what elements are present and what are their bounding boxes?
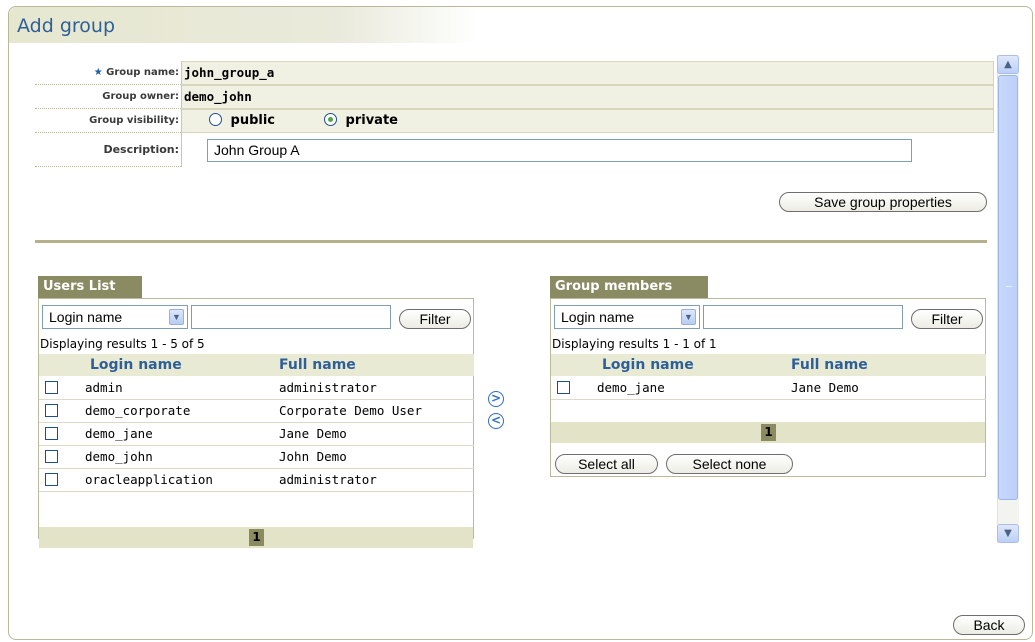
login-cell: demo_john	[81, 445, 275, 469]
group-name-label: ★ Group name:	[35, 61, 181, 85]
full-name-column-header: Full name	[275, 354, 474, 376]
select-column-header	[551, 354, 593, 376]
description-label: Description:	[35, 133, 181, 167]
visibility-private-label: private	[345, 113, 398, 128]
scroll-up-icon[interactable]: ▲	[997, 55, 1019, 74]
fullname-cell: Jane Demo	[275, 422, 474, 446]
section-divider	[35, 240, 987, 243]
members-table: Login name Full name demo_jane Jane Demo	[551, 354, 986, 400]
window-header: Add group	[9, 7, 479, 43]
users-list-tab: Users List	[38, 276, 142, 298]
select-column-header	[39, 354, 81, 376]
table-row[interactable]: demo_jane Jane Demo	[551, 376, 986, 400]
row-checkbox[interactable]	[45, 450, 58, 463]
group-owner-label: Group owner:	[35, 85, 181, 109]
users-list-panel: Login name ▼ Filter Displaying results 1…	[38, 298, 474, 548]
table-row[interactable]: oracleapplication administrator	[39, 468, 474, 492]
description-cell: John Group A	[181, 133, 994, 167]
scrollbar-thumb[interactable]	[998, 75, 1018, 500]
group-visibility-options: public private	[181, 109, 994, 133]
visibility-public-option[interactable]: public	[209, 110, 275, 132]
members-filter-input[interactable]	[703, 305, 903, 329]
table-row[interactable]: demo_corporate Corporate Demo User	[39, 399, 474, 423]
group-name-value: john_group_a	[181, 61, 994, 85]
row-checkbox[interactable]	[45, 380, 58, 394]
members-page-number[interactable]: 1	[761, 424, 776, 441]
login-cell: demo_jane	[81, 422, 275, 446]
row-checkbox[interactable]	[45, 473, 58, 486]
save-group-properties-button[interactable]: Save group properties	[779, 192, 987, 212]
row-checkbox[interactable]	[557, 380, 570, 394]
fullname-cell: administrator	[275, 376, 474, 400]
login-cell: oracleapplication	[81, 468, 275, 492]
visibility-public-label: public	[230, 113, 276, 128]
chevron-down-icon: ▼	[169, 309, 184, 325]
chevron-left-circle-icon[interactable]: <	[488, 413, 504, 429]
row-checkbox[interactable]	[45, 404, 58, 417]
table-row[interactable]: demo_jane Jane Demo	[39, 422, 474, 446]
members-filter-select[interactable]: Login name ▼	[554, 305, 700, 329]
visibility-private-option[interactable]: private	[324, 110, 398, 132]
scroll-down-icon[interactable]: ▼	[997, 524, 1019, 543]
description-input[interactable]: John Group A	[207, 139, 912, 162]
select-none-button[interactable]: Select none	[666, 454, 793, 474]
users-results-text: Displaying results 1 - 5 of 5	[40, 337, 205, 351]
radio-public[interactable]	[209, 113, 222, 126]
fullname-cell: Corporate Demo User	[275, 399, 474, 423]
table-row[interactable]: demo_john John Demo	[39, 445, 474, 469]
group-members-tab: Group members	[550, 276, 708, 298]
login-name-column-header: Login name	[593, 354, 787, 376]
add-group-window: Add group ★ Group name: john_group_a Gro…	[8, 6, 1033, 640]
users-pager: 1	[39, 527, 473, 548]
login-cell: admin	[81, 376, 275, 400]
chevron-right-circle-icon[interactable]: >	[488, 391, 504, 407]
fullname-cell: Jane Demo	[787, 376, 986, 400]
users-table-header: Login name Full name	[39, 354, 474, 376]
login-cell: demo_corporate	[81, 399, 275, 423]
login-name-column-header: Login name	[81, 354, 275, 376]
users-page-number[interactable]: 1	[249, 529, 264, 546]
login-cell: demo_jane	[593, 376, 787, 400]
members-filter-button[interactable]: Filter	[911, 309, 983, 329]
full-name-column-header: Full name	[787, 354, 986, 376]
table-row[interactable]: admin administrator	[39, 376, 474, 400]
users-table: Login name Full name admin administrator…	[39, 354, 474, 492]
members-pager: 1	[551, 422, 985, 443]
page-title: Add group	[17, 15, 116, 37]
users-filter-select[interactable]: Login name ▼	[42, 305, 188, 329]
fullname-cell: John Demo	[275, 445, 474, 469]
users-filter-button[interactable]: Filter	[399, 309, 471, 329]
fullname-cell: administrator	[275, 468, 474, 492]
members-table-header: Login name Full name	[551, 354, 986, 376]
members-results-text: Displaying results 1 - 1 of 1	[552, 337, 717, 351]
row-checkbox[interactable]	[45, 427, 58, 440]
chevron-down-icon: ▼	[681, 309, 696, 325]
radio-private[interactable]	[324, 113, 337, 126]
select-all-button[interactable]: Select all	[555, 454, 658, 474]
required-star-icon: ★	[93, 67, 107, 78]
back-button[interactable]: Back	[953, 615, 1025, 635]
group-members-panel: Login name ▼ Filter Displaying results 1…	[550, 298, 986, 477]
group-owner-value: demo_john	[181, 85, 994, 109]
users-filter-input[interactable]	[191, 305, 391, 329]
group-visibility-label: Group visibility:	[35, 109, 181, 133]
